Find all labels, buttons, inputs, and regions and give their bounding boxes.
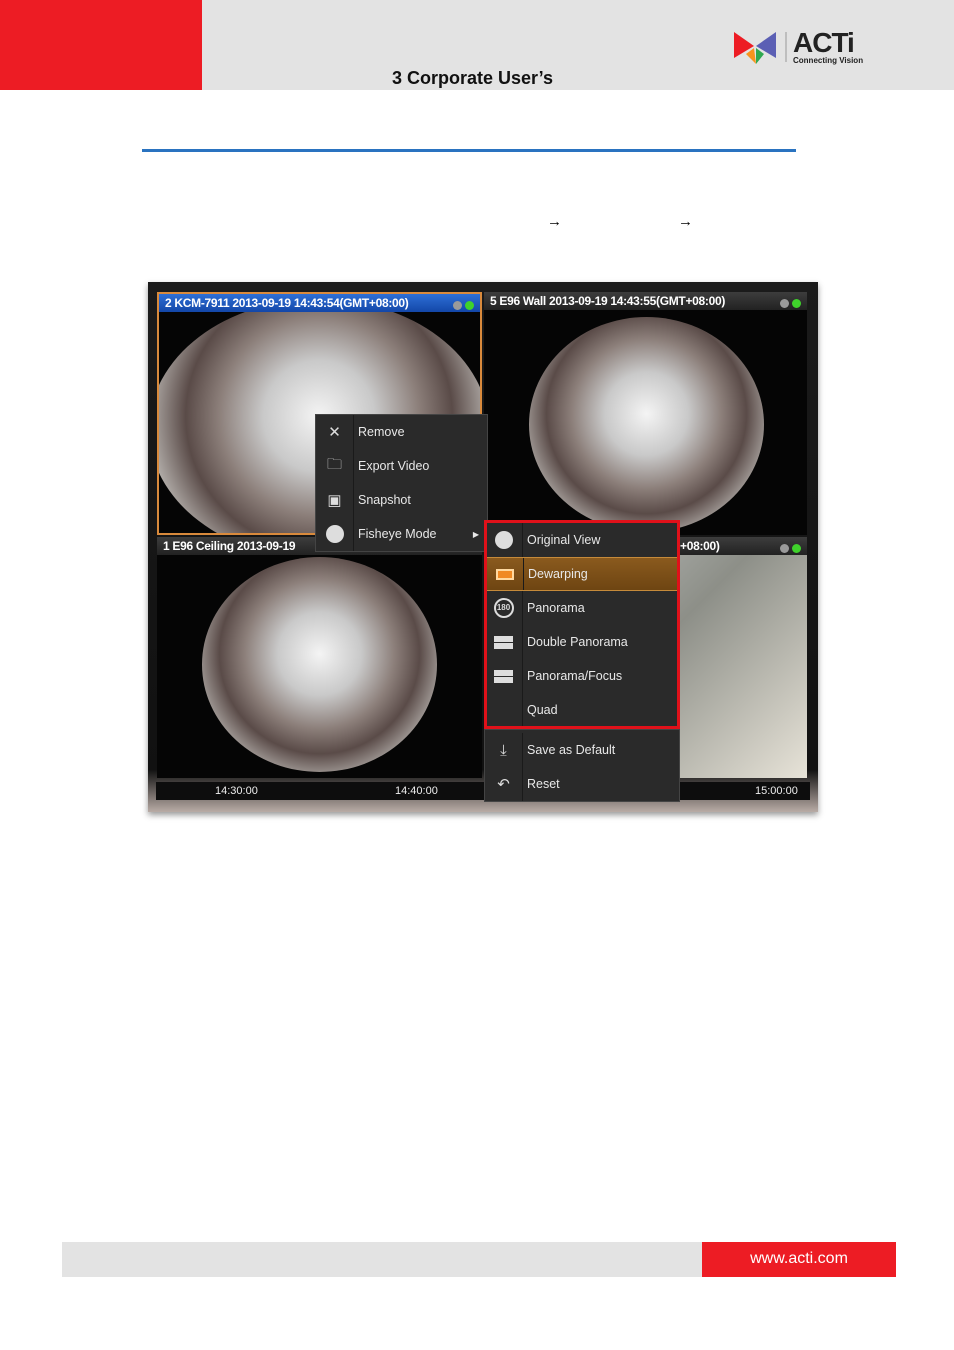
header-red-block: [0, 0, 202, 90]
status-dot: [780, 544, 789, 553]
arrow-icon: →: [678, 213, 693, 230]
footer-url[interactable]: www.acti.com: [702, 1242, 896, 1277]
logo-text: ACTi: [793, 27, 855, 58]
export-icon: 🗀: [316, 449, 354, 483]
status-dot: [792, 544, 801, 553]
context-menu: ✕ Remove 🗀 Export Video ▣ Snapshot Fisheye …: [315, 414, 488, 552]
submenu-arrow-icon: ▶: [472, 529, 479, 539]
arrow-icon: →: [547, 213, 562, 230]
camera-tile[interactable]: 1 E96 Ceiling 2013-09-19: [157, 537, 482, 778]
tile-title: 2 KCM-7911 2013-09-19 14:43:54(GMT+08:00…: [159, 294, 480, 312]
menu-item-snapshot[interactable]: ▣ Snapshot: [316, 483, 487, 517]
highlight-box: [484, 520, 680, 729]
timeline-tick-label: 15:00:00: [755, 785, 798, 797]
close-icon: ✕: [316, 415, 354, 449]
menu-item-export-video[interactable]: 🗀 Export Video: [316, 449, 487, 483]
logo-tagline: Connecting Vision: [793, 56, 864, 65]
software-screenshot: 2 KCM-7911 2013-09-19 14:43:54(GMT+08:00…: [148, 282, 818, 812]
status-dot: [453, 301, 462, 310]
menu-item-save-as-default[interactable]: ⤓ Save as Default: [485, 733, 679, 767]
download-icon: ⤓: [485, 733, 523, 767]
circle-icon: [316, 517, 354, 551]
menu-item-reset[interactable]: ↶ Reset: [485, 767, 679, 801]
menu-item-fisheye-mode[interactable]: Fisheye Mode ▶: [316, 517, 487, 551]
timeline-tick-label: 14:40:00: [395, 785, 438, 797]
timeline[interactable]: 14:30:00 14:40:00 15:00:00: [156, 782, 810, 800]
section-rule: [142, 149, 796, 152]
menu-item-remove[interactable]: ✕ Remove: [316, 415, 487, 449]
tile-title: 5 E96 Wall 2013-09-19 14:43:55(GMT+08:00…: [484, 292, 807, 310]
timeline-tick-label: 14:30:00: [215, 785, 258, 797]
chapter-title: 3 Corporate User’s: [391, 68, 554, 88]
status-dot: [792, 299, 801, 308]
camera-tile[interactable]: 5 E96 Wall 2013-09-19 14:43:55(GMT+08:00…: [484, 292, 807, 535]
camera-icon: ▣: [316, 483, 354, 517]
status-dot: [780, 299, 789, 308]
undo-icon: ↶: [485, 767, 523, 801]
status-dot: [465, 301, 474, 310]
